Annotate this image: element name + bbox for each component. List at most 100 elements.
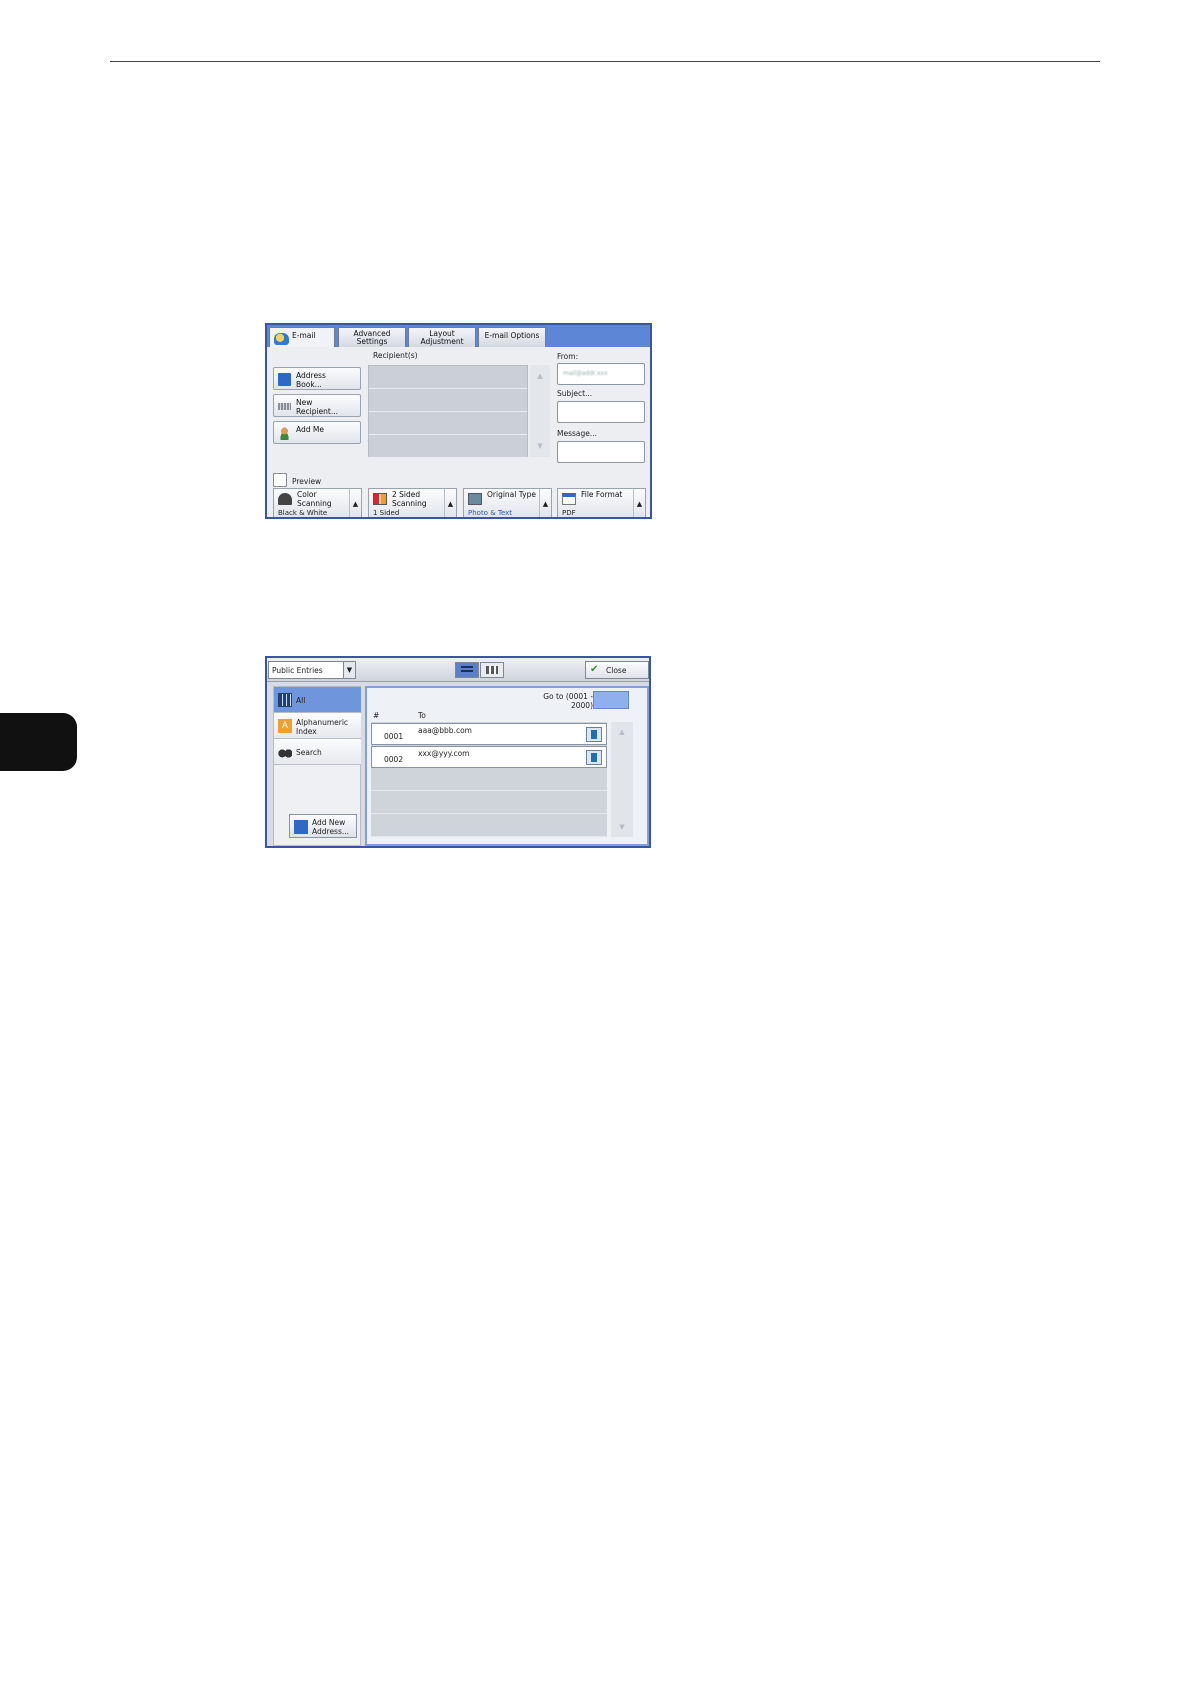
table-row[interactable]: 0001 aaa@bbb.com	[371, 723, 607, 745]
header-rule	[110, 61, 1100, 62]
from-field[interactable]: mail@addr.xxx	[557, 363, 645, 385]
tab-advanced-settings[interactable]: Advanced Settings	[338, 327, 406, 347]
expand-up-icon[interactable]: ▲	[349, 489, 361, 517]
scroll-down-icon[interactable]: ▼	[611, 823, 633, 831]
tab-layout-adjustment[interactable]: Layout Adjustment	[408, 327, 476, 347]
original-type-value: Photo & Text	[468, 509, 513, 517]
recipients-label: Recipient(s)	[373, 351, 418, 360]
file-icon	[562, 493, 576, 505]
table-row	[371, 769, 607, 791]
goto-label: Go to (0001 - 2000)	[543, 692, 593, 710]
subject-field[interactable]	[557, 401, 645, 423]
list-item[interactable]	[369, 366, 527, 389]
add-address-icon	[294, 820, 308, 834]
address-book-screen: Public Entries ▼ ✔ Close All A Alphanume…	[265, 656, 651, 848]
address-list-panel: Go to (0001 - 2000) # To 0001 aaa@bbb.co…	[365, 686, 649, 846]
original-type-button[interactable]: Original Type Photo & Text ▲	[463, 488, 552, 517]
subject-label: Subject...	[557, 389, 593, 398]
from-label: From:	[557, 352, 579, 361]
checkmark-icon: ✔	[590, 664, 599, 675]
address-book-sidebar: All A Alphanumeric Index Search Add New …	[273, 686, 361, 846]
binoculars-icon	[278, 745, 292, 759]
tab-email-options-label: E-mail Options	[484, 331, 540, 340]
entry-number: 0002	[384, 755, 404, 764]
tab-email-options[interactable]: E-mail Options	[478, 327, 546, 347]
chevron-down-icon[interactable]: ▼	[343, 662, 355, 678]
grid-view-button[interactable]	[480, 662, 504, 678]
entry-number: 0001	[384, 732, 404, 741]
file-format-title: File Format	[581, 490, 623, 499]
entry-address: aaa@bbb.com	[418, 726, 472, 735]
alphabet-icon: A	[278, 719, 292, 733]
table-row[interactable]: 0002 xxx@yyy.com	[371, 746, 607, 768]
list-item[interactable]	[369, 435, 527, 458]
add-new-address-button[interactable]: Add New Address...	[289, 814, 357, 838]
file-format-value: PDF	[562, 509, 576, 517]
nav-alphanumeric-label: Alphanumeric Index	[296, 718, 349, 736]
photo-icon	[468, 493, 482, 505]
original-type-title: Original Type	[487, 490, 536, 499]
scroll-down-icon[interactable]: ▼	[530, 442, 550, 450]
close-button[interactable]: ✔ Close	[585, 661, 649, 679]
email-icon	[274, 333, 289, 345]
grid-view-icon	[486, 666, 498, 674]
color-scanning-value: Black & White	[278, 509, 328, 517]
address-book-icon	[278, 373, 291, 386]
recipients-list[interactable]	[368, 365, 528, 458]
address-book-toolbar: Public Entries ▼ ✔ Close	[267, 658, 649, 682]
tab-advanced-settings-label: Advanced Settings	[353, 329, 391, 346]
color-scanning-title: Color Scanning	[297, 490, 332, 508]
scroll-up-icon[interactable]: ▲	[611, 728, 633, 736]
add-new-address-label: Add New Address...	[312, 818, 350, 836]
list-item[interactable]	[369, 412, 527, 435]
two-sided-title: 2 Sided Scanning	[392, 490, 427, 508]
info-button[interactable]	[586, 750, 602, 765]
message-field[interactable]	[557, 441, 645, 463]
tab-email[interactable]: E-mail	[269, 327, 335, 349]
new-recipient-button[interactable]: New Recipient...	[273, 394, 361, 417]
expand-up-icon[interactable]: ▲	[444, 489, 456, 517]
list-view-button[interactable]	[455, 662, 479, 678]
expand-up-icon[interactable]: ▲	[539, 489, 551, 517]
scroll-up-icon[interactable]: ▲	[530, 372, 550, 380]
chapter-side-tab	[0, 713, 77, 771]
tab-layout-adjustment-label: Layout Adjustment	[420, 329, 464, 346]
color-scanning-button[interactable]: Color Scanning Black & White ▲	[273, 488, 362, 517]
close-label: Close	[606, 666, 627, 675]
keyboard-icon	[278, 403, 291, 410]
add-me-button[interactable]: Add Me	[273, 421, 361, 444]
goto-input[interactable]	[593, 691, 629, 709]
two-sided-value: 1 Sided	[373, 509, 400, 517]
add-me-label: Add Me	[296, 425, 324, 434]
all-entries-icon	[278, 693, 292, 707]
column-header-number: #	[373, 711, 380, 720]
address-book-label: Address Book...	[296, 371, 326, 389]
new-recipient-label: New Recipient...	[296, 398, 339, 416]
list-item[interactable]	[369, 389, 527, 412]
list-view-icon	[461, 666, 473, 674]
preview-label: Preview	[292, 477, 322, 486]
recipients-scrollbar[interactable]: ▲ ▼	[530, 365, 550, 457]
nav-alphanumeric-index[interactable]: A Alphanumeric Index	[274, 713, 361, 739]
info-icon	[591, 730, 597, 739]
nav-search-label: Search	[296, 748, 322, 757]
scanner-icon	[278, 493, 292, 505]
address-list-scrollbar[interactable]: ▲ ▼	[611, 722, 633, 837]
nav-all[interactable]: All	[274, 687, 361, 713]
expand-up-icon[interactable]: ▲	[633, 489, 645, 517]
info-button[interactable]	[586, 727, 602, 742]
from-value: mail@addr.xxx	[563, 370, 608, 377]
table-row	[371, 792, 607, 814]
email-screen: E-mail Advanced Settings Layout Adjustme…	[265, 323, 652, 519]
two-sided-scanning-button[interactable]: 2 Sided Scanning 1 Sided ▲	[368, 488, 457, 517]
entry-address: xxx@yyy.com	[418, 749, 470, 758]
address-book-button[interactable]: Address Book...	[273, 367, 361, 390]
column-header-to: To	[418, 711, 426, 720]
info-icon	[591, 753, 597, 762]
entries-dropdown-label: Public Entries	[272, 666, 323, 675]
table-row	[371, 815, 607, 837]
file-format-button[interactable]: File Format PDF ▲	[557, 488, 646, 517]
person-icon	[278, 427, 291, 440]
entries-dropdown[interactable]: Public Entries ▼	[268, 661, 356, 679]
nav-search[interactable]: Search	[274, 739, 361, 765]
